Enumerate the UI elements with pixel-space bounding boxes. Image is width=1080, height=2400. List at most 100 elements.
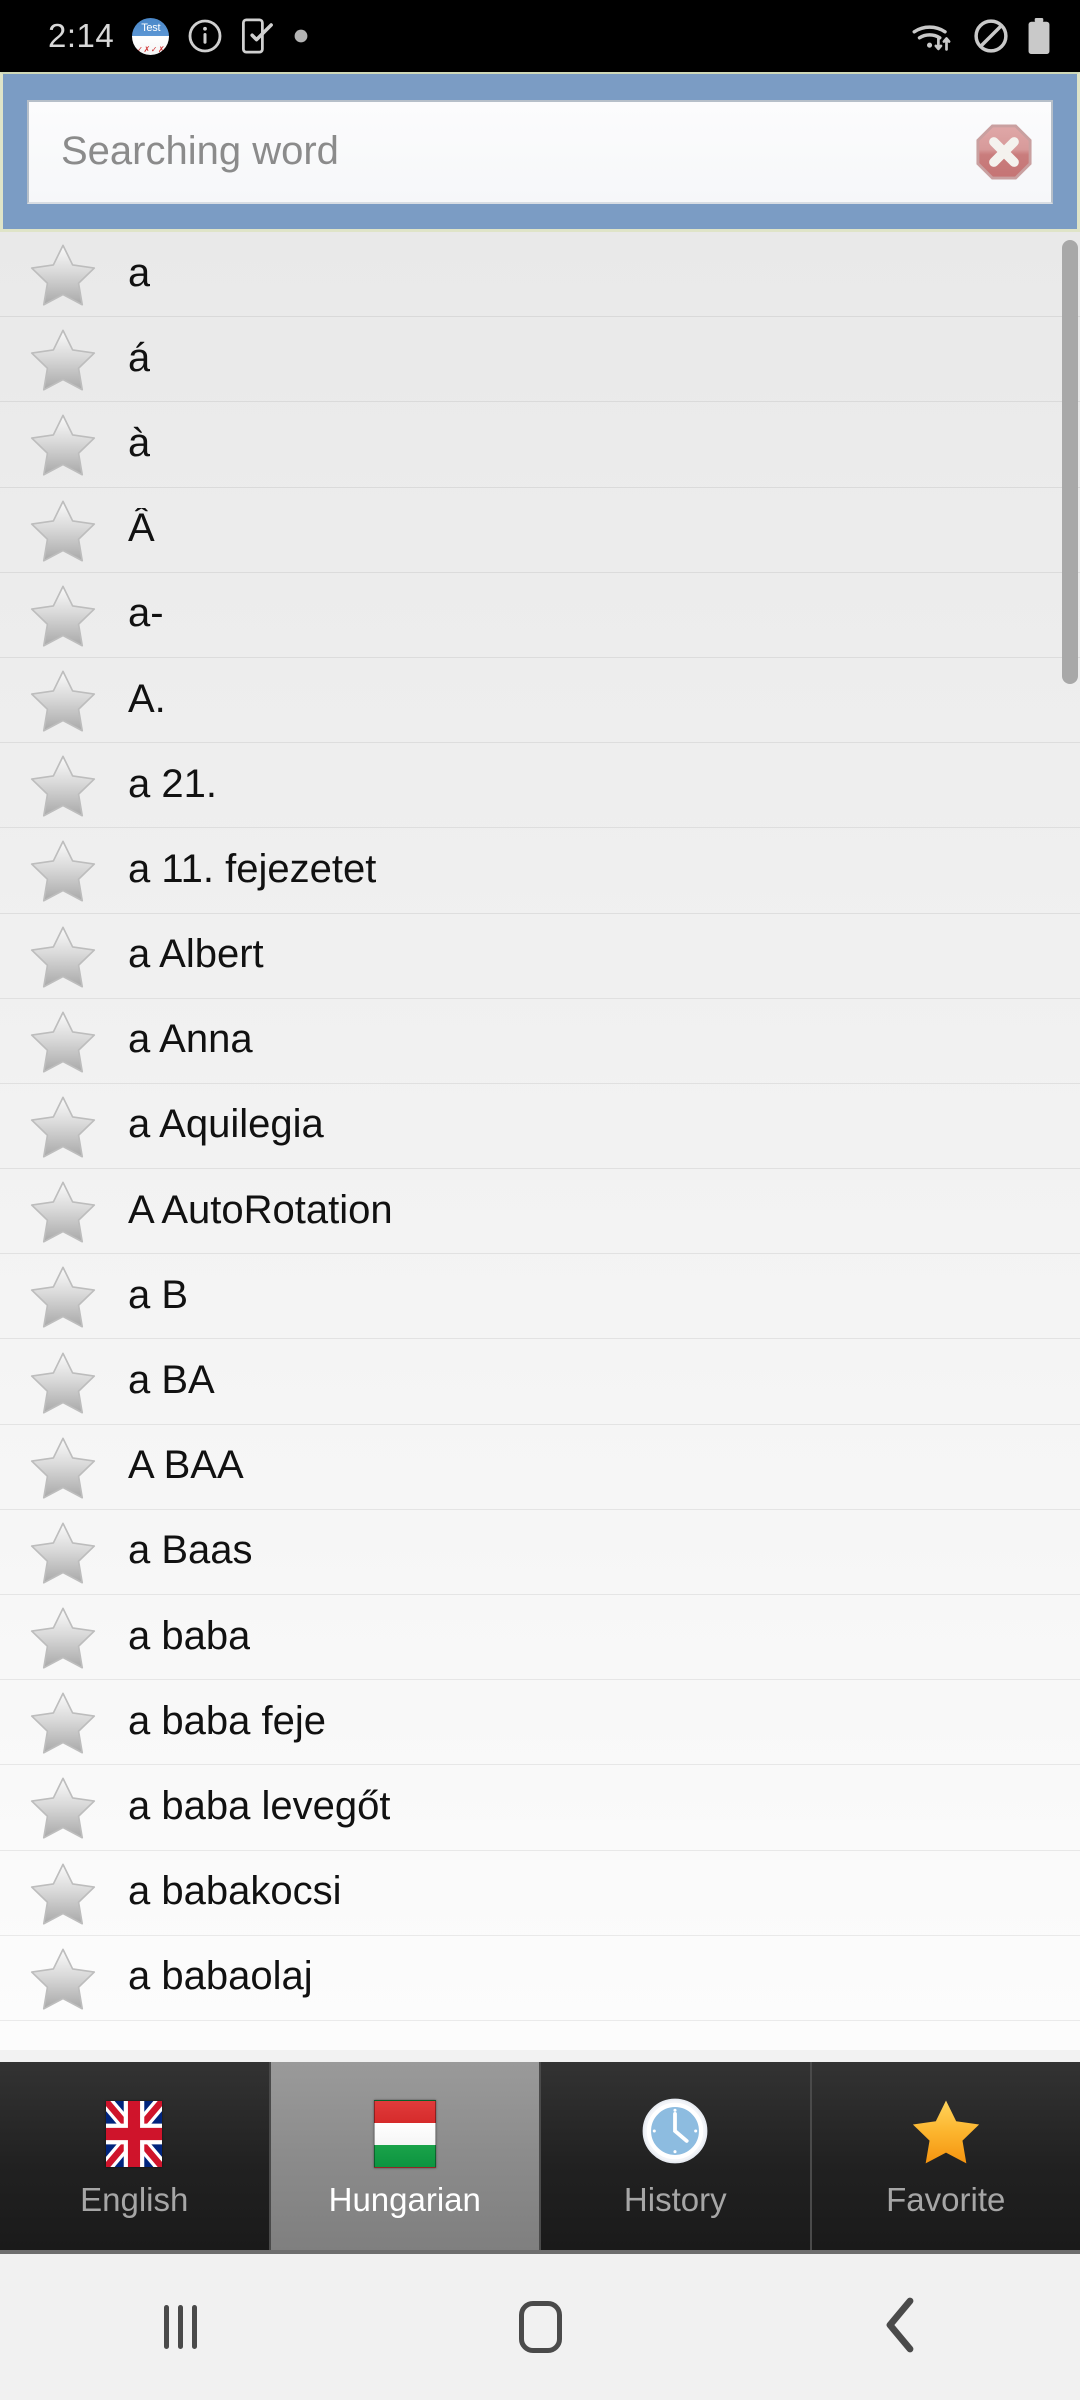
battery-icon [1026,17,1052,55]
status-bar: 2:14 Test ✓✗✓✗ [0,0,1080,72]
hungary-flag-icon [373,2099,436,2168]
clock-icon [638,2097,712,2171]
home-icon [518,2301,562,2353]
word-list-item-label: a 21. [128,763,217,806]
favorite-star-icon[interactable] [26,322,100,396]
favorite-star-icon[interactable] [26,407,100,481]
app-badge-marks: ✓✗✓✗ [136,44,166,54]
word-list-item-label: a Albert [128,934,264,977]
star-gold-icon [909,2097,983,2171]
phone-screen: 2:14 Test ✓✗✓✗ Searching word a á à Â a-… [0,0,1080,2400]
tab-label: Hungarian [328,2180,481,2218]
word-list-item[interactable]: à [0,402,1080,488]
word-list-item[interactable]: a 21. [0,743,1080,829]
clear-search-button[interactable] [975,123,1033,181]
favorite-star-icon[interactable] [26,1259,100,1333]
favorite-star-icon[interactable] [26,1430,100,1504]
favorite-star-icon[interactable] [26,833,100,907]
word-list-item[interactable]: Â [0,488,1080,573]
status-bar-clock: 2:14 [48,17,115,54]
clock-icon [639,2095,711,2172]
recents-icon [163,2305,197,2349]
word-list-item[interactable]: A BAA [0,1425,1080,1510]
word-list-item-label: a- [128,593,164,636]
word-list-item[interactable]: a Albert [0,914,1080,999]
wifi-data-transfer-icon [910,18,956,54]
recents-button[interactable] [0,2254,360,2400]
word-list-item[interactable]: a babakocsi [0,1851,1080,1936]
star-gold-icon [909,2094,983,2173]
favorite-star-icon[interactable] [26,1770,100,1844]
tab-favorite[interactable]: Favorite [811,2062,1080,2250]
back-button[interactable] [720,2254,1080,2400]
favorite-star-icon[interactable] [26,1515,100,1589]
word-list-item[interactable]: a B [0,1254,1080,1340]
favorite-star-icon[interactable] [26,1345,100,1419]
home-button[interactable] [360,2254,720,2400]
tab-label: Favorite [886,2180,1006,2218]
word-list[interactable]: a á à Âa- A. a 21. a 11. fejezetet a Albert a An… [0,232,1080,2050]
word-list-item[interactable]: á [0,317,1080,403]
word-list-item[interactable]: a 11. fejezetet [0,828,1080,914]
favorite-star-icon[interactable] [26,919,100,993]
tab-english[interactable]: English [0,2062,271,2250]
search-input-placeholder: Searching word [61,129,339,173]
word-list-item-label: à [128,422,151,465]
status-bar-right [910,17,1052,55]
do-not-disturb-icon [972,17,1010,55]
favorite-star-icon[interactable] [26,493,100,567]
search-header: Searching word [0,72,1080,232]
word-list-item-label: a baba [128,1615,251,1658]
word-list-item[interactable]: a baba levegőt [0,1765,1080,1851]
word-list-item[interactable]: a babaolaj [0,1936,1080,2021]
word-list-item[interactable]: a baba feje [0,1680,1080,1766]
word-list-item-label: A BAA [128,1445,244,1488]
favorite-star-icon[interactable] [26,1004,100,1078]
favorite-star-icon[interactable] [26,578,100,652]
android-navigation-bar [0,2250,1080,2400]
word-list-item-label: A. [128,678,166,721]
favorite-star-icon[interactable] [26,1941,100,2015]
word-list-item[interactable]: a [0,232,1080,318]
word-list-item-label: Â [128,508,155,551]
tab-label: English [80,2180,189,2218]
word-list-item-label: á [128,337,151,380]
word-list-item[interactable]: A AutoRotation [0,1169,1080,1255]
word-list-item-label: a BA [128,1360,215,1403]
word-list-item[interactable]: a Aquilegia [0,1084,1080,1170]
word-list-item[interactable]: a baba [0,1595,1080,1681]
word-list-item-label: a Anna [128,1019,253,1062]
tab-history[interactable]: History [541,2062,812,2250]
favorite-star-icon[interactable] [26,1856,100,1930]
back-chevron-icon [880,2297,920,2358]
word-list-item-label: a babakocsi [128,1871,342,1914]
list-scrollbar[interactable] [1062,240,1078,684]
info-circle-icon [187,18,223,54]
dot-indicator-icon [293,28,309,44]
word-list-item-label: a babaolaj [128,1956,313,1999]
favorite-star-icon[interactable] [26,748,100,822]
word-list-item[interactable]: a BA [0,1339,1080,1425]
word-list-item[interactable]: A. [0,658,1080,744]
uk-flag-icon [106,2100,163,2167]
app-badge-text: Test [141,21,161,34]
favorite-star-icon[interactable] [26,663,100,737]
word-list-item-label: a Baas [128,1530,253,1573]
favorite-star-icon[interactable] [26,237,100,311]
word-list-item-label: a baba feje [128,1700,326,1743]
tab-label: History [623,2180,727,2218]
word-list-item-label: A AutoRotation [128,1189,393,1232]
word-list-item[interactable]: a- [0,573,1080,658]
status-bar-left: 2:14 Test ✓✗✓✗ [48,17,910,55]
favorite-star-icon[interactable] [26,1685,100,1759]
word-list-item-label: a B [128,1274,189,1317]
favorite-star-icon[interactable] [26,1089,100,1163]
favorite-star-icon[interactable] [26,1600,100,1674]
word-list-item[interactable]: a Baas [0,1510,1080,1595]
phone-check-icon [241,17,275,55]
bottom-tab-bar: English Hungarian History Favorite [0,2062,1080,2250]
favorite-star-icon[interactable] [26,1174,100,1248]
tab-hungarian[interactable]: Hungarian [270,2062,541,2250]
search-input[interactable]: Searching word [27,99,1053,204]
word-list-item[interactable]: a Anna [0,999,1080,1084]
